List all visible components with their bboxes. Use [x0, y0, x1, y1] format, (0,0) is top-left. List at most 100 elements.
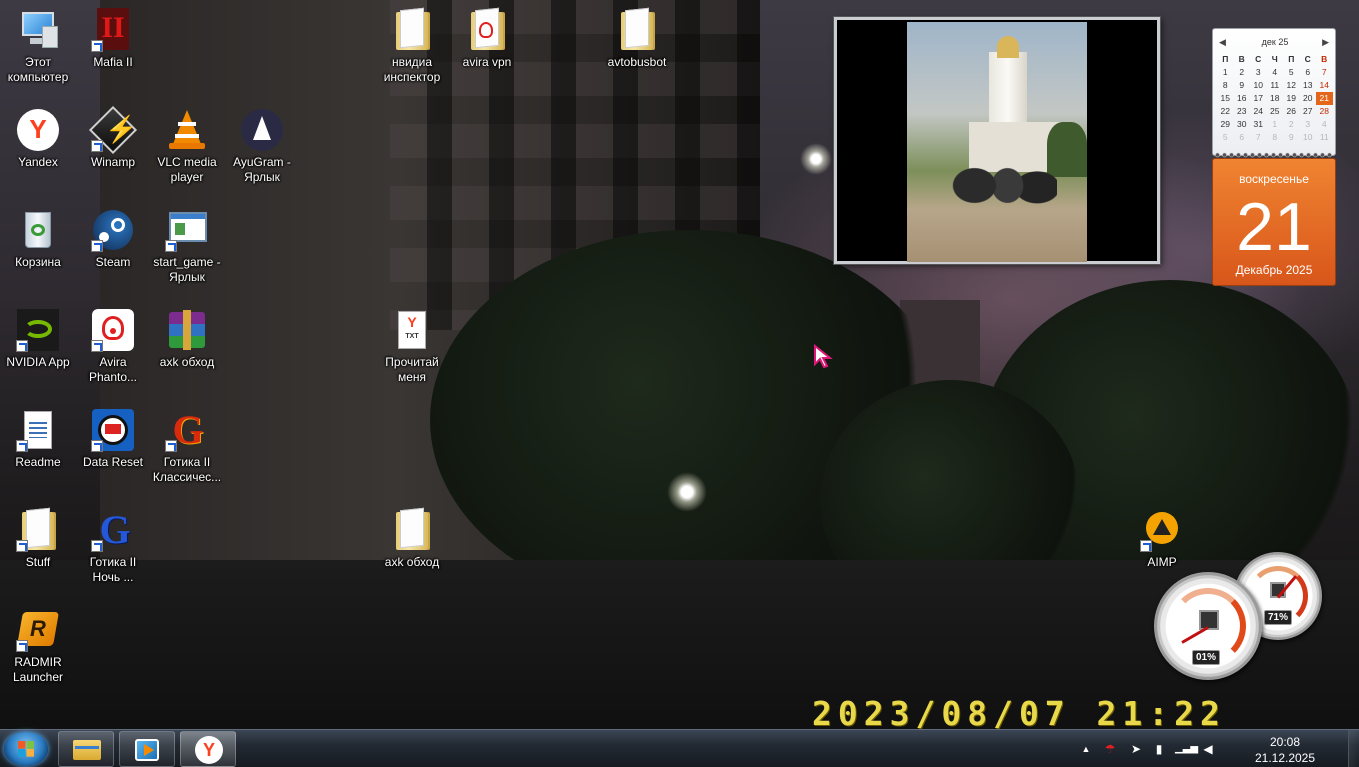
calendar-day-cell[interactable]: 6 [1300, 66, 1317, 79]
calendar-day-cell[interactable]: 7 [1316, 66, 1333, 79]
calendar-day-cell[interactable]: 19 [1283, 92, 1300, 105]
taskbar-yandex-browser-button[interactable]: Y [180, 731, 236, 767]
calendar-day-cell[interactable]: 1 [1217, 66, 1234, 79]
calendar-day-cell[interactable]: 21 [1316, 92, 1333, 105]
calendar-day-cell[interactable]: 22 [1217, 105, 1234, 118]
calendar-day-cell[interactable]: 1 [1267, 118, 1284, 131]
folder-icon [615, 8, 659, 52]
document-icon [16, 408, 60, 452]
calendar-day-cell[interactable]: 14 [1316, 79, 1333, 92]
calendar-day-cell[interactable]: 30 [1234, 118, 1251, 131]
desktop-icon-mafia-2[interactable]: II Mafia II [75, 2, 151, 94]
icon-label: Data Reset [82, 455, 144, 469]
calendar-day-cell[interactable]: 4 [1267, 66, 1284, 79]
calendar-day-cell[interactable]: 2 [1234, 66, 1251, 79]
calendar-day-cell[interactable]: 3 [1300, 118, 1317, 131]
shortcut-arrow-icon [165, 440, 177, 452]
desktop-icon-nvidia-app[interactable]: NVIDIA App [0, 302, 76, 394]
calendar-day-cell[interactable]: 11 [1267, 79, 1284, 92]
calendar-day-cell[interactable]: 9 [1283, 131, 1300, 144]
radmir-icon: R [16, 608, 60, 652]
desktop-icon-gothic-2-classic[interactable]: G Готика II Классичес... [149, 402, 225, 494]
start-button[interactable] [4, 732, 48, 766]
calendar-day-cell[interactable]: 10 [1300, 131, 1317, 144]
calendar-day-cell[interactable]: 16 [1234, 92, 1251, 105]
desktop-icon-avtobusbot[interactable]: avtobusbot [599, 2, 675, 94]
clock-time: 20:08 [1269, 735, 1301, 749]
calendar-day-cell[interactable]: 27 [1300, 105, 1317, 118]
calendar-day-cell[interactable]: 2 [1283, 118, 1300, 131]
desktop-icon-axk-folder[interactable]: axk обход [374, 502, 450, 594]
desktop-icon-data-reset[interactable]: Data Reset [75, 402, 151, 494]
calendar-day-cell[interactable]: 5 [1217, 131, 1234, 144]
desktop-icon-this-pc[interactable]: Этот компьютер [0, 2, 76, 94]
desktop-icon-stuff[interactable]: Stuff [0, 502, 76, 594]
desktop-icon-axk-archive[interactable]: axk обход [149, 302, 225, 394]
nvidia-icon [16, 308, 60, 352]
calendar-day-cell[interactable]: 25 [1267, 105, 1284, 118]
network-signal-icon[interactable]: ▁▃▅ [1175, 741, 1198, 757]
photo-tower-dome [997, 36, 1019, 58]
calendar-day-cell[interactable]: 29 [1217, 118, 1234, 131]
calendar-day-cell[interactable]: 3 [1250, 66, 1267, 79]
calendar-day-cell[interactable]: 8 [1267, 131, 1284, 144]
tray-expand-button[interactable]: ▲ [1078, 741, 1094, 757]
calendar-day-cell[interactable]: 7 [1250, 131, 1267, 144]
taskbar-explorer-button[interactable] [58, 731, 114, 767]
desktop-icon-yandex[interactable]: Y Yandex [0, 102, 76, 194]
icon-label: axk обход [159, 355, 215, 369]
avira-tray-icon[interactable]: ☂ [1102, 741, 1118, 757]
desktop-icon-radmir-launcher[interactable]: R RADMIR Launcher [0, 602, 76, 694]
calendar-day-cell[interactable]: 11 [1316, 131, 1333, 144]
slideshow-gadget[interactable] [834, 17, 1160, 264]
desktop-icon-vlc[interactable]: VLC media player [149, 102, 225, 194]
desktop-icon-winamp[interactable]: ⚡ Winamp [75, 102, 151, 194]
gothic-icon: G [91, 507, 135, 552]
volume-icon[interactable]: ◀ [1200, 741, 1216, 757]
winamp-icon: ⚡ [88, 105, 137, 155]
calendar-day-cell[interactable]: 24 [1250, 105, 1267, 118]
calendar-day-cell[interactable]: 23 [1234, 105, 1251, 118]
winrar-archive-icon [165, 308, 209, 352]
calendar-day-cell[interactable]: 12 [1283, 79, 1300, 92]
folder-icon [390, 508, 434, 552]
icon-label: Прочитай меня [385, 355, 439, 384]
calendar-next-button[interactable]: ▶ [1322, 37, 1329, 48]
desktop-icon-readme[interactable]: Readme [0, 402, 76, 494]
desktop-icon-ayugram[interactable]: AyuGram - Ярлык [224, 102, 300, 194]
calendar-day-cell[interactable]: 10 [1250, 79, 1267, 92]
calendar-day-cell[interactable]: 8 [1217, 79, 1234, 92]
calendar-weekday: П [1222, 54, 1229, 64]
desktop-icon-avira-vpn[interactable]: avira vpn [449, 2, 525, 94]
shortcut-arrow-icon [16, 640, 28, 652]
telegram-tray-icon[interactable]: ➤ [1128, 741, 1144, 757]
photo-people [947, 157, 1057, 252]
taskbar-clock[interactable]: 20:08 21.12.2025 [1240, 734, 1330, 766]
cpu-meter-gadget[interactable]: 71% 01% [1154, 552, 1326, 684]
calendar-day-cell[interactable]: 4 [1316, 118, 1333, 131]
device-tray-icon[interactable]: ▮ [1151, 741, 1167, 757]
taskbar-media-player-button[interactable] [119, 731, 175, 767]
recycle-bin-icon [16, 208, 60, 252]
desktop-icon-steam[interactable]: Steam [75, 202, 151, 294]
calendar-day-cell[interactable]: 26 [1283, 105, 1300, 118]
desktop-icon-read-me-txt[interactable]: Y TXT Прочитай меня [374, 302, 450, 394]
calendar-gadget[interactable]: ◀ дек 25 ▶ П В С Ч П С В 1 2 3 4 5 6 7 8 9 10 11 12… [1212, 28, 1336, 286]
show-desktop-button[interactable] [1348, 730, 1359, 767]
desktop-icon-gothic-2-night[interactable]: G Готика II Ночь ... [75, 502, 151, 594]
desktop-icon-start-game[interactable]: start_game - Ярлык [149, 202, 225, 294]
calendar-day-cell[interactable]: 9 [1234, 79, 1251, 92]
calendar-day-cell[interactable]: 15 [1217, 92, 1234, 105]
calendar-day-cell[interactable]: 31 [1250, 118, 1267, 131]
calendar-day-cell[interactable]: 28 [1316, 105, 1333, 118]
calendar-day-cell[interactable]: 17 [1250, 92, 1267, 105]
calendar-day-cell[interactable]: 13 [1300, 79, 1317, 92]
desktop-icon-nvidia-inspector-folder[interactable]: нвидиа инспектор [374, 2, 450, 94]
icon-label: Stuff [25, 555, 51, 569]
calendar-day-cell[interactable]: 6 [1234, 131, 1251, 144]
calendar-day-cell[interactable]: 18 [1267, 92, 1284, 105]
calendar-day-cell[interactable]: 5 [1283, 66, 1300, 79]
desktop-icon-recycle-bin[interactable]: Корзина [0, 202, 76, 294]
calendar-day-cell[interactable]: 20 [1300, 92, 1317, 105]
desktop-icon-avira-phantom[interactable]: Avira Phanto... [75, 302, 151, 394]
